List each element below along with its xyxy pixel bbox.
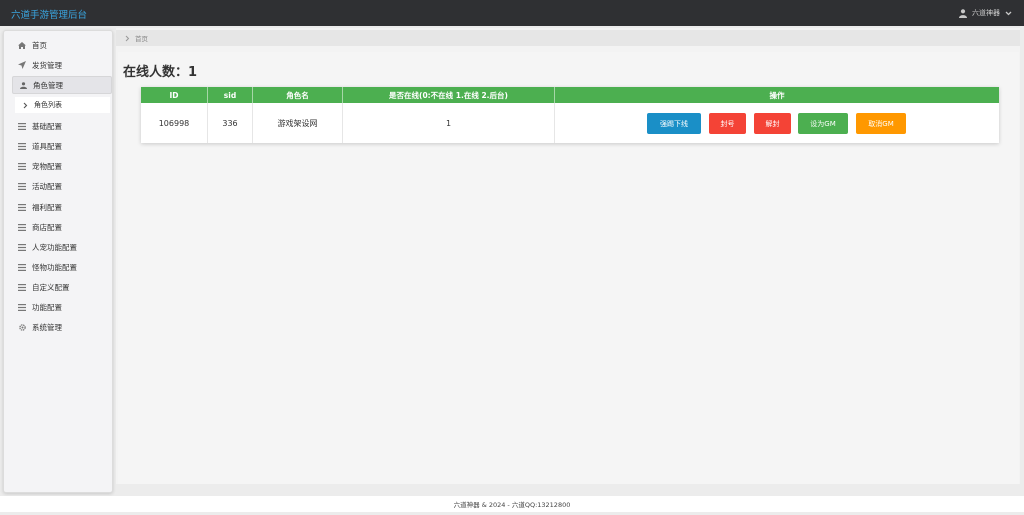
sidebar-item-shop-config[interactable]: 商店配置 bbox=[12, 218, 112, 236]
list-icon bbox=[18, 263, 26, 271]
sidebar-item-custom-config[interactable]: 自定义配置 bbox=[12, 278, 112, 296]
sidebar-item-monster-config[interactable]: 怪物功能配置 bbox=[12, 258, 112, 276]
sidebar-item-label: 宠物配置 bbox=[32, 161, 62, 171]
user-icon bbox=[959, 8, 967, 18]
home-icon bbox=[18, 41, 26, 49]
app-title[interactable]: 六道手游管理后台 bbox=[11, 7, 87, 21]
sidebar-item-label: 道具配置 bbox=[32, 141, 62, 151]
chevron-down-icon bbox=[1005, 11, 1012, 15]
sidebar-item-feature-config[interactable]: 功能配置 bbox=[12, 298, 112, 316]
sidebar-item-basic-config[interactable]: 基础配置 bbox=[12, 117, 112, 135]
sidebar-item-event-config[interactable]: 活动配置 bbox=[12, 177, 112, 195]
column-header-name: 角色名 bbox=[253, 87, 343, 103]
user-name: 六道神器 bbox=[972, 9, 1000, 17]
sidebar-item-label: 基础配置 bbox=[32, 121, 62, 131]
column-header-id: ID bbox=[141, 87, 208, 103]
gear-icon bbox=[18, 323, 26, 331]
sidebar-item-system[interactable]: 系统管理 bbox=[12, 318, 112, 336]
column-header-actions: 操作 bbox=[769, 90, 785, 100]
sidebar-item-label: 活动配置 bbox=[32, 181, 62, 191]
sidebar-item-welfare-config[interactable]: 福利配置 bbox=[12, 198, 112, 216]
sidebar-item-label: 角色管理 bbox=[33, 80, 63, 90]
list-icon bbox=[18, 203, 26, 211]
cell-id: 106998 bbox=[141, 103, 208, 143]
sidebar-item-label: 功能配置 bbox=[32, 302, 62, 312]
sidebar: 首页 发货管理 角色管理 角色列表 基础配置 道具配置 宠物配置 活动配置 福利… bbox=[3, 30, 113, 493]
breadcrumb: 首页 bbox=[116, 30, 1020, 46]
sidebar-item-label: 系统管理 bbox=[32, 322, 62, 332]
sidebar-item-label: 发货管理 bbox=[32, 60, 62, 70]
sidebar-item-home[interactable]: 首页 bbox=[12, 36, 112, 54]
list-icon bbox=[18, 122, 26, 130]
sidebar-item-shipping[interactable]: 发货管理 bbox=[12, 56, 112, 74]
cancel-gm-button[interactable]: 取消GM bbox=[856, 113, 906, 134]
sidebar-item-label: 商店配置 bbox=[32, 222, 62, 232]
sidebar-item-label: 福利配置 bbox=[32, 202, 62, 212]
column-header-online: 是否在线(0:不在线 1.在线 2.后台) bbox=[343, 87, 555, 103]
user-menu[interactable]: 六道神器 bbox=[959, 8, 1012, 18]
cell-sid: 336 bbox=[208, 103, 253, 143]
sidebar-subitem-label: 角色列表 bbox=[34, 101, 62, 109]
list-icon bbox=[18, 243, 26, 251]
ban-button[interactable]: 封号 bbox=[709, 113, 746, 134]
list-icon bbox=[18, 223, 26, 231]
sidebar-item-item-config[interactable]: 道具配置 bbox=[12, 137, 112, 155]
breadcrumb-home[interactable]: 首页 bbox=[135, 33, 148, 43]
chevron-right-icon bbox=[23, 102, 28, 108]
kick-offline-button[interactable]: 强踢下线 bbox=[647, 113, 701, 134]
sidebar-item-label: 自定义配置 bbox=[32, 282, 70, 292]
list-icon bbox=[18, 303, 26, 311]
list-icon bbox=[18, 283, 26, 291]
sidebar-subitem-role-list[interactable]: 角色列表 bbox=[15, 97, 110, 113]
column-header-sid: sid bbox=[208, 87, 253, 103]
list-icon bbox=[18, 142, 26, 150]
set-gm-button[interactable]: 设为GM bbox=[798, 113, 848, 134]
footer: 六道神器 & 2024 - 六道QQ:13212800 bbox=[0, 496, 1024, 512]
sidebar-item-label: 怪物功能配置 bbox=[32, 262, 77, 272]
list-icon bbox=[18, 182, 26, 190]
page-title: 在线人数：1 bbox=[123, 65, 198, 80]
top-bar: 六道手游管理后台 六道神器 bbox=[0, 0, 1024, 26]
sidebar-item-roles[interactable]: 角色管理 bbox=[12, 76, 112, 94]
cell-online: 1 bbox=[343, 103, 555, 143]
sidebar-item-label: 首页 bbox=[32, 40, 47, 50]
sidebar-item-human-pet-config[interactable]: 人宠功能配置 bbox=[12, 238, 112, 256]
chevron-right-icon bbox=[125, 35, 130, 41]
table-header: ID sid 角色名 是否在线(0:不在线 1.在线 2.后台) 操作 bbox=[141, 87, 999, 103]
sidebar-item-label: 人宠功能配置 bbox=[32, 242, 77, 252]
user-icon bbox=[19, 81, 27, 89]
send-icon bbox=[18, 61, 26, 69]
cell-name: 游戏架设网 bbox=[253, 103, 343, 143]
list-icon bbox=[18, 162, 26, 170]
unban-button[interactable]: 解封 bbox=[754, 113, 791, 134]
sidebar-item-pet-config[interactable]: 宠物配置 bbox=[12, 157, 112, 175]
